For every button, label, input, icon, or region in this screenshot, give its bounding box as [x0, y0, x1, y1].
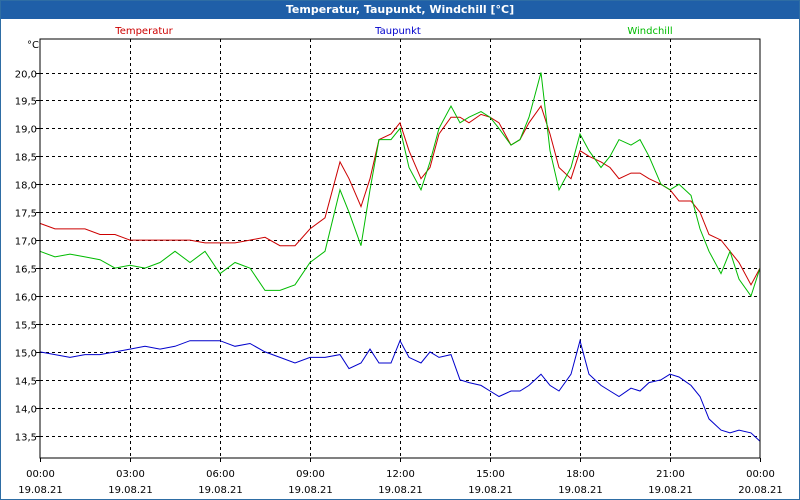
y-tick-label: 17,0 — [15, 237, 37, 248]
y-tick-label: 15,0 — [15, 349, 37, 360]
y-axis-label: °C — [27, 40, 39, 51]
y-tick-label: 18,5 — [15, 153, 37, 164]
x-tick-date: 19.08.21 — [558, 485, 603, 496]
series-line-taupunkt — [39, 338, 761, 442]
axes: 13,5 14,0 14,5 15,0 15,5 16,0 16,5 17,0 17,5 18,0… — [15, 38, 783, 496]
y-tick-label: 13,5 — [15, 433, 37, 444]
x-tick-time: 12:00 — [386, 469, 415, 480]
legend: Temperatur Taupunkt Windchill — [114, 26, 672, 37]
x-tick-time: 18:00 — [566, 469, 595, 480]
y-tick-label: 14,0 — [15, 405, 37, 416]
legend-entry-temperatur: Temperatur — [114, 26, 173, 37]
x-tick-time: 06:00 — [206, 469, 235, 480]
x-tick-time: 21:00 — [656, 469, 685, 480]
y-tick-label: 17,5 — [15, 209, 37, 220]
y-tick-label: 19,5 — [15, 97, 37, 108]
grid — [40, 39, 760, 458]
line-chart: 13,5 14,0 14,5 15,0 15,5 16,0 16,5 17,0 17,5 18,0… — [15, 26, 783, 496]
x-tick-date: 19.08.21 — [648, 485, 693, 496]
x-tick-date: 20.08.21 — [738, 485, 783, 496]
x-tick-date: 19.08.21 — [378, 485, 423, 496]
x-tick-time: 15:00 — [476, 469, 505, 480]
y-tick-label: 15,5 — [15, 321, 37, 332]
x-tick-date: 19.08.21 — [18, 485, 63, 496]
x-tick-time: 09:00 — [296, 469, 325, 480]
y-tick-label: 20,0 — [15, 70, 37, 81]
x-tick-time: 00:00 — [26, 469, 55, 480]
x-tick-time: 03:00 — [116, 469, 145, 480]
x-tick-date: 19.08.21 — [288, 485, 333, 496]
x-tick-date: 19.08.21 — [468, 485, 513, 496]
legend-entry-taupunkt: Taupunkt — [374, 26, 421, 37]
y-tick-label: 14,5 — [15, 377, 37, 388]
y-tick-label: 16,5 — [15, 265, 37, 276]
x-tick-time: 00:00 — [746, 469, 775, 480]
y-tick-label: 19,0 — [15, 125, 37, 136]
x-tick-date: 19.08.21 — [198, 485, 243, 496]
x-tick-date: 19.08.21 — [108, 485, 153, 496]
y-tick-label: 18,0 — [15, 181, 37, 192]
legend-entry-windchill: Windchill — [627, 26, 672, 37]
y-tick-label: 16,0 — [15, 293, 37, 304]
